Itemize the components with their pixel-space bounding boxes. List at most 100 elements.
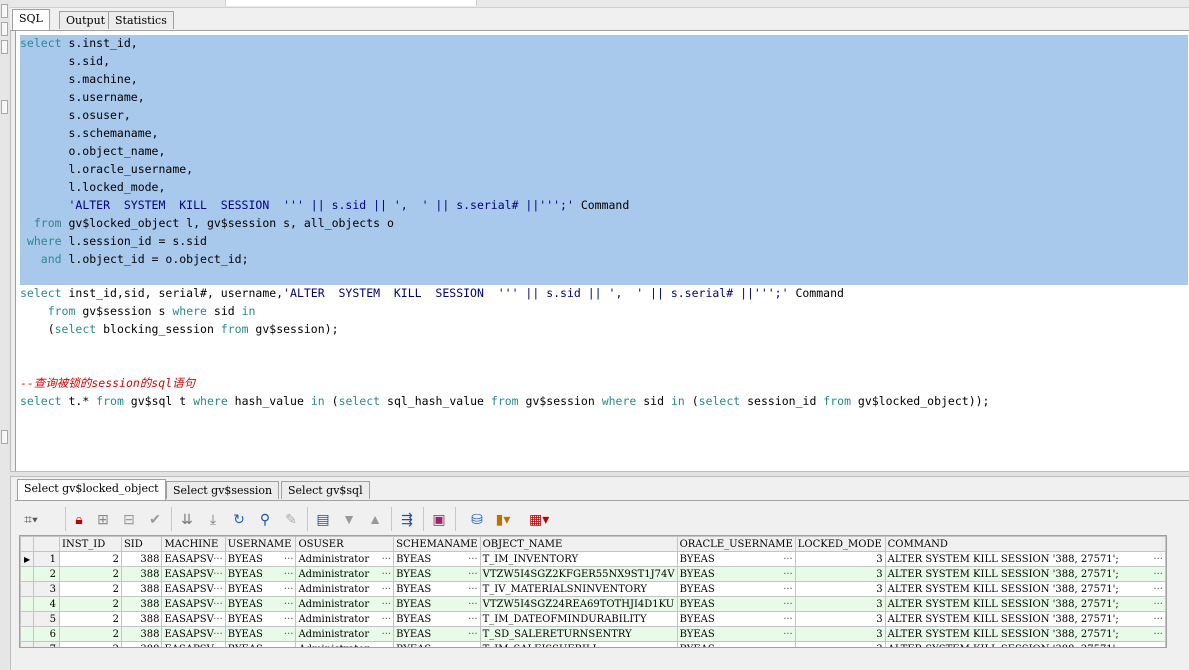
column-header[interactable]: OBJECT_NAME [479, 536, 678, 552]
cell-editor-button[interactable]: ··· [466, 614, 478, 625]
grid-cell-machine[interactable]: ···EASAPSV [161, 626, 226, 642]
query-by-example-icon[interactable]: ▤ [313, 509, 333, 529]
cell-editor-button[interactable]: ··· [466, 554, 478, 565]
link-icon[interactable]: ⛁ [467, 509, 487, 529]
grid-cell-command[interactable]: ···ALTER SYSTEM KILL SESSION '388, 27571… [884, 566, 1166, 582]
grid-options-icon[interactable]: ⌗▾ [21, 509, 41, 529]
cell-editor-button[interactable]: ··· [1151, 614, 1163, 625]
column-header[interactable]: OSUSER [295, 536, 395, 552]
grid-cell-inst_id[interactable]: 2 [59, 551, 122, 567]
cell-editor-button[interactable]: ··· [211, 614, 223, 625]
pane-splitter[interactable] [10, 471, 1189, 477]
cell-editor-button[interactable]: ··· [1151, 629, 1163, 640]
table-view-icon[interactable]: ▦▾ [529, 509, 549, 529]
grid-cell-ora_user[interactable]: ···BYEAS [676, 581, 796, 597]
cell-editor-button[interactable]: ··· [380, 629, 392, 640]
cell-editor-button[interactable]: ··· [781, 554, 793, 565]
grid-cell-object[interactable]: T_IM_INVENTORY [479, 551, 678, 567]
cell-editor-button[interactable]: ··· [282, 644, 294, 648]
tab-statistics[interactable]: Statistics [108, 11, 174, 29]
grid-cell-command[interactable]: ···ALTER SYSTEM KILL SESSION '388, 27571… [884, 626, 1166, 642]
cell-editor-button[interactable]: ··· [781, 614, 793, 625]
cell-editor-button[interactable]: ··· [282, 554, 294, 565]
grid-cell-machine[interactable]: ···EASAPSV [161, 641, 226, 648]
cell-editor-button[interactable]: ··· [211, 629, 223, 640]
cell-editor-button[interactable]: ··· [380, 584, 392, 595]
last-page-icon[interactable]: ⤓ [203, 509, 223, 529]
tab-output[interactable]: Output [59, 11, 113, 29]
grid-cell-machine[interactable]: ···EASAPSV [161, 551, 226, 567]
next-page-icon[interactable]: ⇊ [177, 509, 197, 529]
result-grid[interactable]: INST_ID SID MACHINE USERNAME OSUSER SCHE… [19, 535, 1167, 648]
cell-editor-button[interactable]: ··· [211, 584, 223, 595]
tab-result-sql[interactable]: Select gv$sql [281, 481, 370, 499]
grid-cell-sid[interactable]: 388 [120, 611, 163, 627]
grid-cell-inst_id[interactable]: 2 [59, 641, 122, 647]
cell-editor-button[interactable]: ··· [781, 584, 793, 595]
export-icon[interactable]: ⇶ [397, 509, 417, 529]
row-number[interactable]: 2 [33, 566, 61, 582]
clear-icon[interactable]: ✎ [281, 509, 301, 529]
grid-cell-username[interactable]: ···BYEAS [224, 641, 297, 648]
dock-button[interactable] [1, 430, 8, 444]
refresh-icon[interactable]: ↻ [229, 509, 249, 529]
cell-editor-button[interactable]: ··· [211, 644, 223, 648]
table-row[interactable]: 5 2 388 ··· EASAPSV ··· BYEAS ··· Administrator ·… [20, 611, 1166, 627]
row-number[interactable]: 7 [33, 641, 61, 647]
table-row[interactable]: 4 2 388 ··· EASAPSV ··· BYEAS ··· Administrator ·… [20, 596, 1166, 612]
cell-editor-button[interactable]: ··· [211, 599, 223, 610]
grid-cell-schema[interactable]: ···BYEAS [393, 626, 481, 642]
grid-cell-username[interactable]: ···BYEAS [224, 581, 297, 597]
cell-editor-button[interactable]: ··· [1151, 584, 1163, 595]
cell-editor-button[interactable]: ··· [282, 614, 294, 625]
cell-editor-button[interactable]: ··· [1151, 554, 1163, 565]
grid-cell-sid[interactable]: 388 [120, 641, 163, 647]
cell-editor-button[interactable]: ··· [466, 569, 478, 580]
grid-cell-inst_id[interactable]: 2 [59, 581, 122, 597]
cell-editor-button[interactable]: ··· [211, 554, 223, 565]
grid-cell-object[interactable]: VTZW5I4SGZ24REA69TOTHJI4D1KU [479, 596, 678, 612]
grid-cell-schema[interactable]: ···BYEAS [393, 566, 481, 582]
grid-cell-ora_user[interactable]: ···BYEAS [676, 641, 796, 648]
row-number[interactable]: 1 [33, 551, 61, 567]
grid-cell-command[interactable]: ···ALTER SYSTEM KILL SESSION '388, 27571… [884, 596, 1166, 612]
cell-editor-button[interactable]: ··· [781, 644, 793, 648]
grid-cell-inst_id[interactable]: 2 [59, 626, 122, 642]
cell-editor-button[interactable]: ··· [380, 599, 392, 610]
tab-sql[interactable]: SQL [12, 9, 50, 30]
cell-editor-button[interactable]: ··· [781, 599, 793, 610]
find-icon[interactable]: ⚲ [255, 509, 275, 529]
sort-ascending-icon[interactable]: ▲ [365, 509, 385, 529]
cell-editor-button[interactable]: ··· [1151, 599, 1163, 610]
grid-cell-osuser[interactable]: ···Administrator [295, 626, 395, 642]
grid-cell-sid[interactable]: 388 [120, 626, 163, 642]
delete-record-icon[interactable]: ⊟ [119, 509, 139, 529]
table-row[interactable]: 72388···EASAPSV···BYEAS···Administrator·… [20, 641, 1166, 648]
row-number[interactable]: 3 [33, 581, 61, 597]
cell-editor-button[interactable]: ··· [380, 614, 392, 625]
grid-cell-ora_user[interactable]: ···BYEAS [676, 566, 796, 582]
add-record-icon[interactable]: ⊞ [93, 509, 113, 529]
grid-cell-schema[interactable]: ···BYEAS [393, 611, 481, 627]
grid-cell-sid[interactable]: 388 [120, 566, 163, 582]
table-row[interactable]: 3 2 388 ··· EASAPSV ··· BYEAS ··· Administrator ·… [20, 581, 1166, 597]
grid-cell-ora_user[interactable]: ···BYEAS [676, 611, 796, 627]
table-row[interactable]: ▶ 1 2 388 ··· EASAPSV ··· BYEAS ··· Administrator… [20, 551, 1166, 567]
grid-cell-osuser[interactable]: ···Administrator [295, 641, 395, 647]
tab-result-locked-object[interactable]: Select gv$locked_object [17, 479, 166, 500]
cell-editor-button[interactable]: ··· [1151, 644, 1163, 648]
grid-cell-inst_id[interactable]: 2 [59, 611, 122, 627]
grid-cell-ora_user[interactable]: ···BYEAS [676, 596, 796, 612]
sql-editor[interactable]: select s.inst_id, s.sid, s.machine, s.us… [15, 31, 1189, 471]
sort-descending-icon[interactable]: ▼ [339, 509, 359, 529]
grid-cell-osuser[interactable]: ···Administrator [295, 566, 395, 582]
cell-editor-button[interactable]: ··· [781, 629, 793, 640]
cell-editor-button[interactable]: ··· [380, 569, 392, 580]
grid-cell-command[interactable]: ···ALTER SYSTEM KILL SESSION '388, 27571… [884, 611, 1166, 627]
grid-cell-ora_user[interactable]: ···BYEAS [676, 626, 796, 642]
column-header[interactable]: COMMAND [884, 536, 1166, 552]
grid-cell-mode[interactable]: 3 [794, 596, 886, 612]
column-header[interactable]: USERNAME [224, 536, 297, 552]
sql-code[interactable]: select inst_id,sid, serial#, username,'A… [20, 284, 989, 410]
save-icon[interactable]: ▣ [429, 509, 449, 529]
